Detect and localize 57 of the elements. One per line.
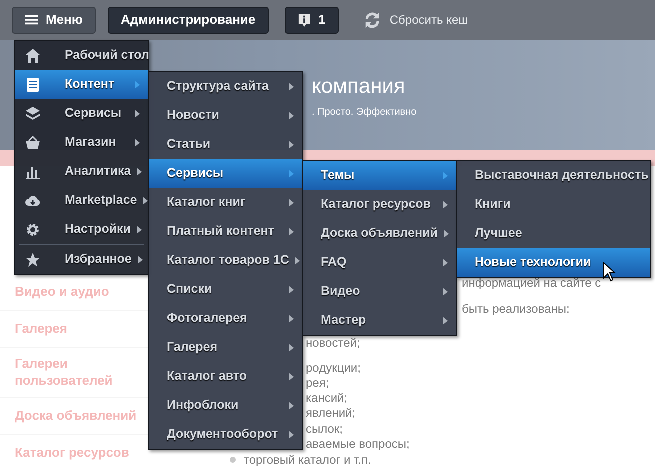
list-item-text: рея; <box>306 376 330 390</box>
menu-item[interactable]: Инфоблоки <box>149 391 302 420</box>
notifications-button[interactable]: 1 <box>284 6 339 34</box>
menu-item[interactable]: Статьи <box>149 130 302 159</box>
menu-item[interactable]: Настройки <box>15 215 148 244</box>
site-title: компания <box>312 76 406 97</box>
menu-item[interactable]: Магазин <box>15 128 148 157</box>
menu-item[interactable]: Контент <box>15 70 148 99</box>
menu-item[interactable]: Книги <box>457 190 650 219</box>
list-item-text: родукции; <box>306 360 361 375</box>
menu-item[interactable]: Новости <box>149 101 302 130</box>
list-item-text: сылок; <box>306 422 344 436</box>
paragraph-text: быть реализованы: <box>462 301 570 318</box>
menu-item[interactable]: Каталог авто <box>149 362 302 391</box>
admin-button[interactable]: Администрирование <box>108 6 269 34</box>
site-tagline: . Просто. Эффективно <box>312 106 418 120</box>
bullet-icon <box>230 457 236 464</box>
mouse-cursor-icon <box>603 262 617 282</box>
menu-item[interactable]: Избранное <box>15 245 148 274</box>
list-item-text: кансий; <box>306 391 348 406</box>
list-item-text: новостей; <box>306 336 360 350</box>
basket-icon <box>25 134 41 150</box>
document-icon <box>25 76 41 92</box>
menu-item[interactable]: Видео <box>303 277 456 306</box>
menu-item[interactable]: Документооборот <box>149 420 302 449</box>
menu-item[interactable]: Выставочная деятельность <box>457 161 650 190</box>
home-icon <box>25 48 41 64</box>
list-item-text: аваемые вопросы; <box>306 437 410 452</box>
menu-item[interactable]: Сервисы <box>15 99 148 128</box>
menu-item[interactable]: Темы <box>303 161 456 190</box>
menu-item[interactable]: Лучшее <box>457 219 650 248</box>
list-item-text: торговый каталог и т.п. <box>244 452 372 469</box>
menu-item[interactable]: Аналитика <box>15 157 148 186</box>
menu-item[interactable]: FAQ <box>303 248 456 277</box>
layers-icon <box>25 106 41 122</box>
menu-button[interactable]: Меню <box>12 6 96 34</box>
menu-item[interactable]: Доска объявлений <box>303 219 456 248</box>
settings-icon <box>25 222 41 238</box>
menu-item[interactable]: Marketplace <box>15 186 148 215</box>
info-icon <box>298 12 311 28</box>
paragraph-text: информацией на сайте с <box>462 275 602 292</box>
menu-item[interactable]: Платный контент <box>149 217 302 246</box>
menu-item[interactable]: Новые технологии <box>457 248 650 277</box>
menu-item[interactable]: Мастер <box>303 306 456 335</box>
menu-icon <box>25 14 38 26</box>
menu-item[interactable]: Структура сайта <box>149 72 302 101</box>
star-icon <box>25 252 41 268</box>
menu-item[interactable]: Списки <box>149 275 302 304</box>
menu-item[interactable]: Каталог книг <box>149 188 302 217</box>
reset-cache-link[interactable]: Сбросить кеш <box>362 10 468 30</box>
menu-item[interactable]: Сервисы <box>149 159 302 188</box>
menu-item[interactable]: Каталог ресурсов <box>303 190 456 219</box>
menu-item[interactable]: Каталог товаров 1С <box>149 246 302 275</box>
list-item-text: явлений; <box>306 406 356 420</box>
menu-item[interactable]: Фотогалерея <box>149 304 302 333</box>
menu-item[interactable]: Галерея <box>149 333 302 362</box>
menu-item[interactable]: Рабочий стол <box>15 41 148 70</box>
